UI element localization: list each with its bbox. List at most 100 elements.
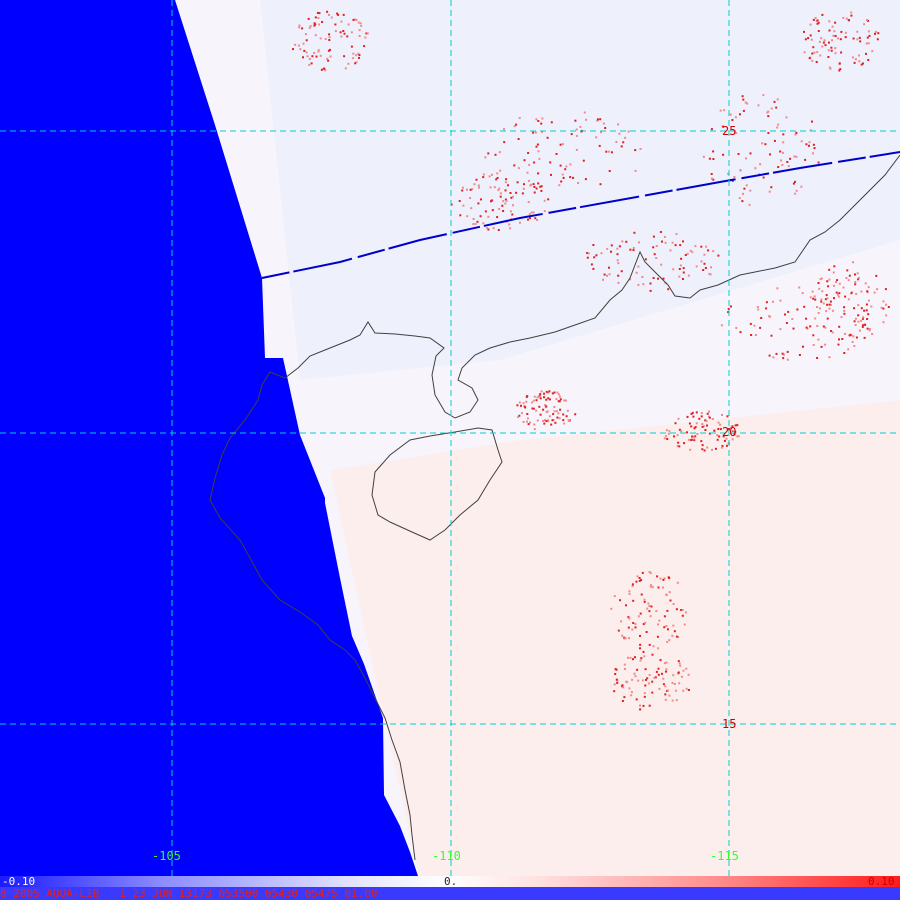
speckle [668, 430, 671, 433]
lat-label-15: 15 [722, 717, 737, 731]
speckle [534, 131, 537, 134]
speckle [687, 274, 690, 277]
speckle [759, 326, 762, 329]
speckle [710, 266, 712, 269]
speckle [667, 432, 670, 435]
speckle [828, 278, 831, 281]
speckle [517, 138, 520, 140]
speckle [561, 173, 564, 176]
speckle [474, 222, 477, 225]
speckle [857, 320, 860, 323]
speckle [526, 420, 528, 423]
speckle [516, 404, 519, 407]
speckle [673, 435, 675, 438]
speckle [347, 23, 350, 26]
speckle [515, 123, 518, 126]
speckle [756, 306, 759, 308]
speckle [804, 38, 807, 41]
speckle [518, 401, 521, 404]
speckle [704, 267, 707, 269]
speckle [623, 637, 626, 640]
speckle [662, 677, 665, 680]
speckle [867, 299, 870, 302]
speckle [825, 310, 828, 313]
speckle [305, 39, 308, 42]
speckle [682, 689, 685, 692]
speckle [326, 10, 329, 13]
speckle [505, 178, 508, 181]
lon-label-105: -105 [152, 849, 181, 863]
speckle [339, 31, 342, 34]
lon-label-115: -115 [710, 849, 739, 863]
speckle [526, 171, 529, 174]
speckle [639, 148, 642, 150]
speckle [553, 410, 556, 413]
speckle [644, 684, 647, 687]
speckle [617, 262, 620, 265]
speckle [737, 435, 740, 438]
speckle [831, 39, 833, 42]
speckle [533, 191, 536, 194]
speckle [749, 189, 752, 192]
speckle [867, 30, 870, 33]
speckle [532, 399, 535, 402]
speckle [350, 45, 353, 48]
speckle [847, 19, 850, 22]
speckle [513, 164, 516, 167]
speckle [675, 608, 678, 611]
speckle [569, 176, 572, 179]
speckle [298, 24, 301, 27]
speckle [598, 144, 601, 147]
speckle [830, 46, 833, 49]
speckle [553, 391, 556, 394]
speckle [502, 200, 505, 203]
speckle [709, 273, 712, 276]
speckle [848, 334, 851, 337]
speckle [574, 413, 577, 416]
speckle [824, 343, 827, 346]
speckle [313, 52, 316, 54]
speckle [860, 307, 863, 310]
speckle [624, 136, 627, 139]
speckle [639, 647, 641, 650]
speckle [781, 164, 784, 166]
speckle [470, 207, 473, 210]
speckle [545, 411, 548, 413]
speckle [553, 406, 556, 408]
speckle [804, 158, 807, 161]
speckle [754, 167, 757, 170]
speckle [676, 581, 679, 584]
speckle [828, 29, 831, 32]
speckle [466, 215, 469, 218]
speckle [710, 173, 713, 175]
speckle [630, 691, 633, 694]
speckle [762, 94, 765, 97]
speckle [491, 199, 494, 202]
speckle [674, 244, 677, 247]
speckle [639, 634, 641, 637]
speckle [812, 334, 815, 337]
speckle [548, 415, 551, 418]
speckle [555, 398, 558, 401]
speckle [702, 155, 705, 158]
speckle [858, 54, 860, 57]
speckle [785, 116, 788, 119]
speckle [671, 634, 674, 637]
speckle [641, 276, 644, 278]
speckle [745, 157, 747, 160]
speckle [672, 674, 675, 677]
speckle [683, 442, 685, 445]
speckle [648, 605, 651, 607]
speckle [669, 249, 672, 252]
speckle [548, 390, 551, 393]
speckle [666, 609, 669, 612]
speckle [762, 176, 765, 179]
speckle [536, 219, 539, 221]
speckle [657, 623, 660, 626]
speckle [664, 241, 667, 244]
speckle [770, 107, 773, 110]
speckle [512, 204, 514, 207]
speckle [853, 320, 856, 323]
speckle [556, 416, 559, 419]
speckle [526, 413, 529, 415]
